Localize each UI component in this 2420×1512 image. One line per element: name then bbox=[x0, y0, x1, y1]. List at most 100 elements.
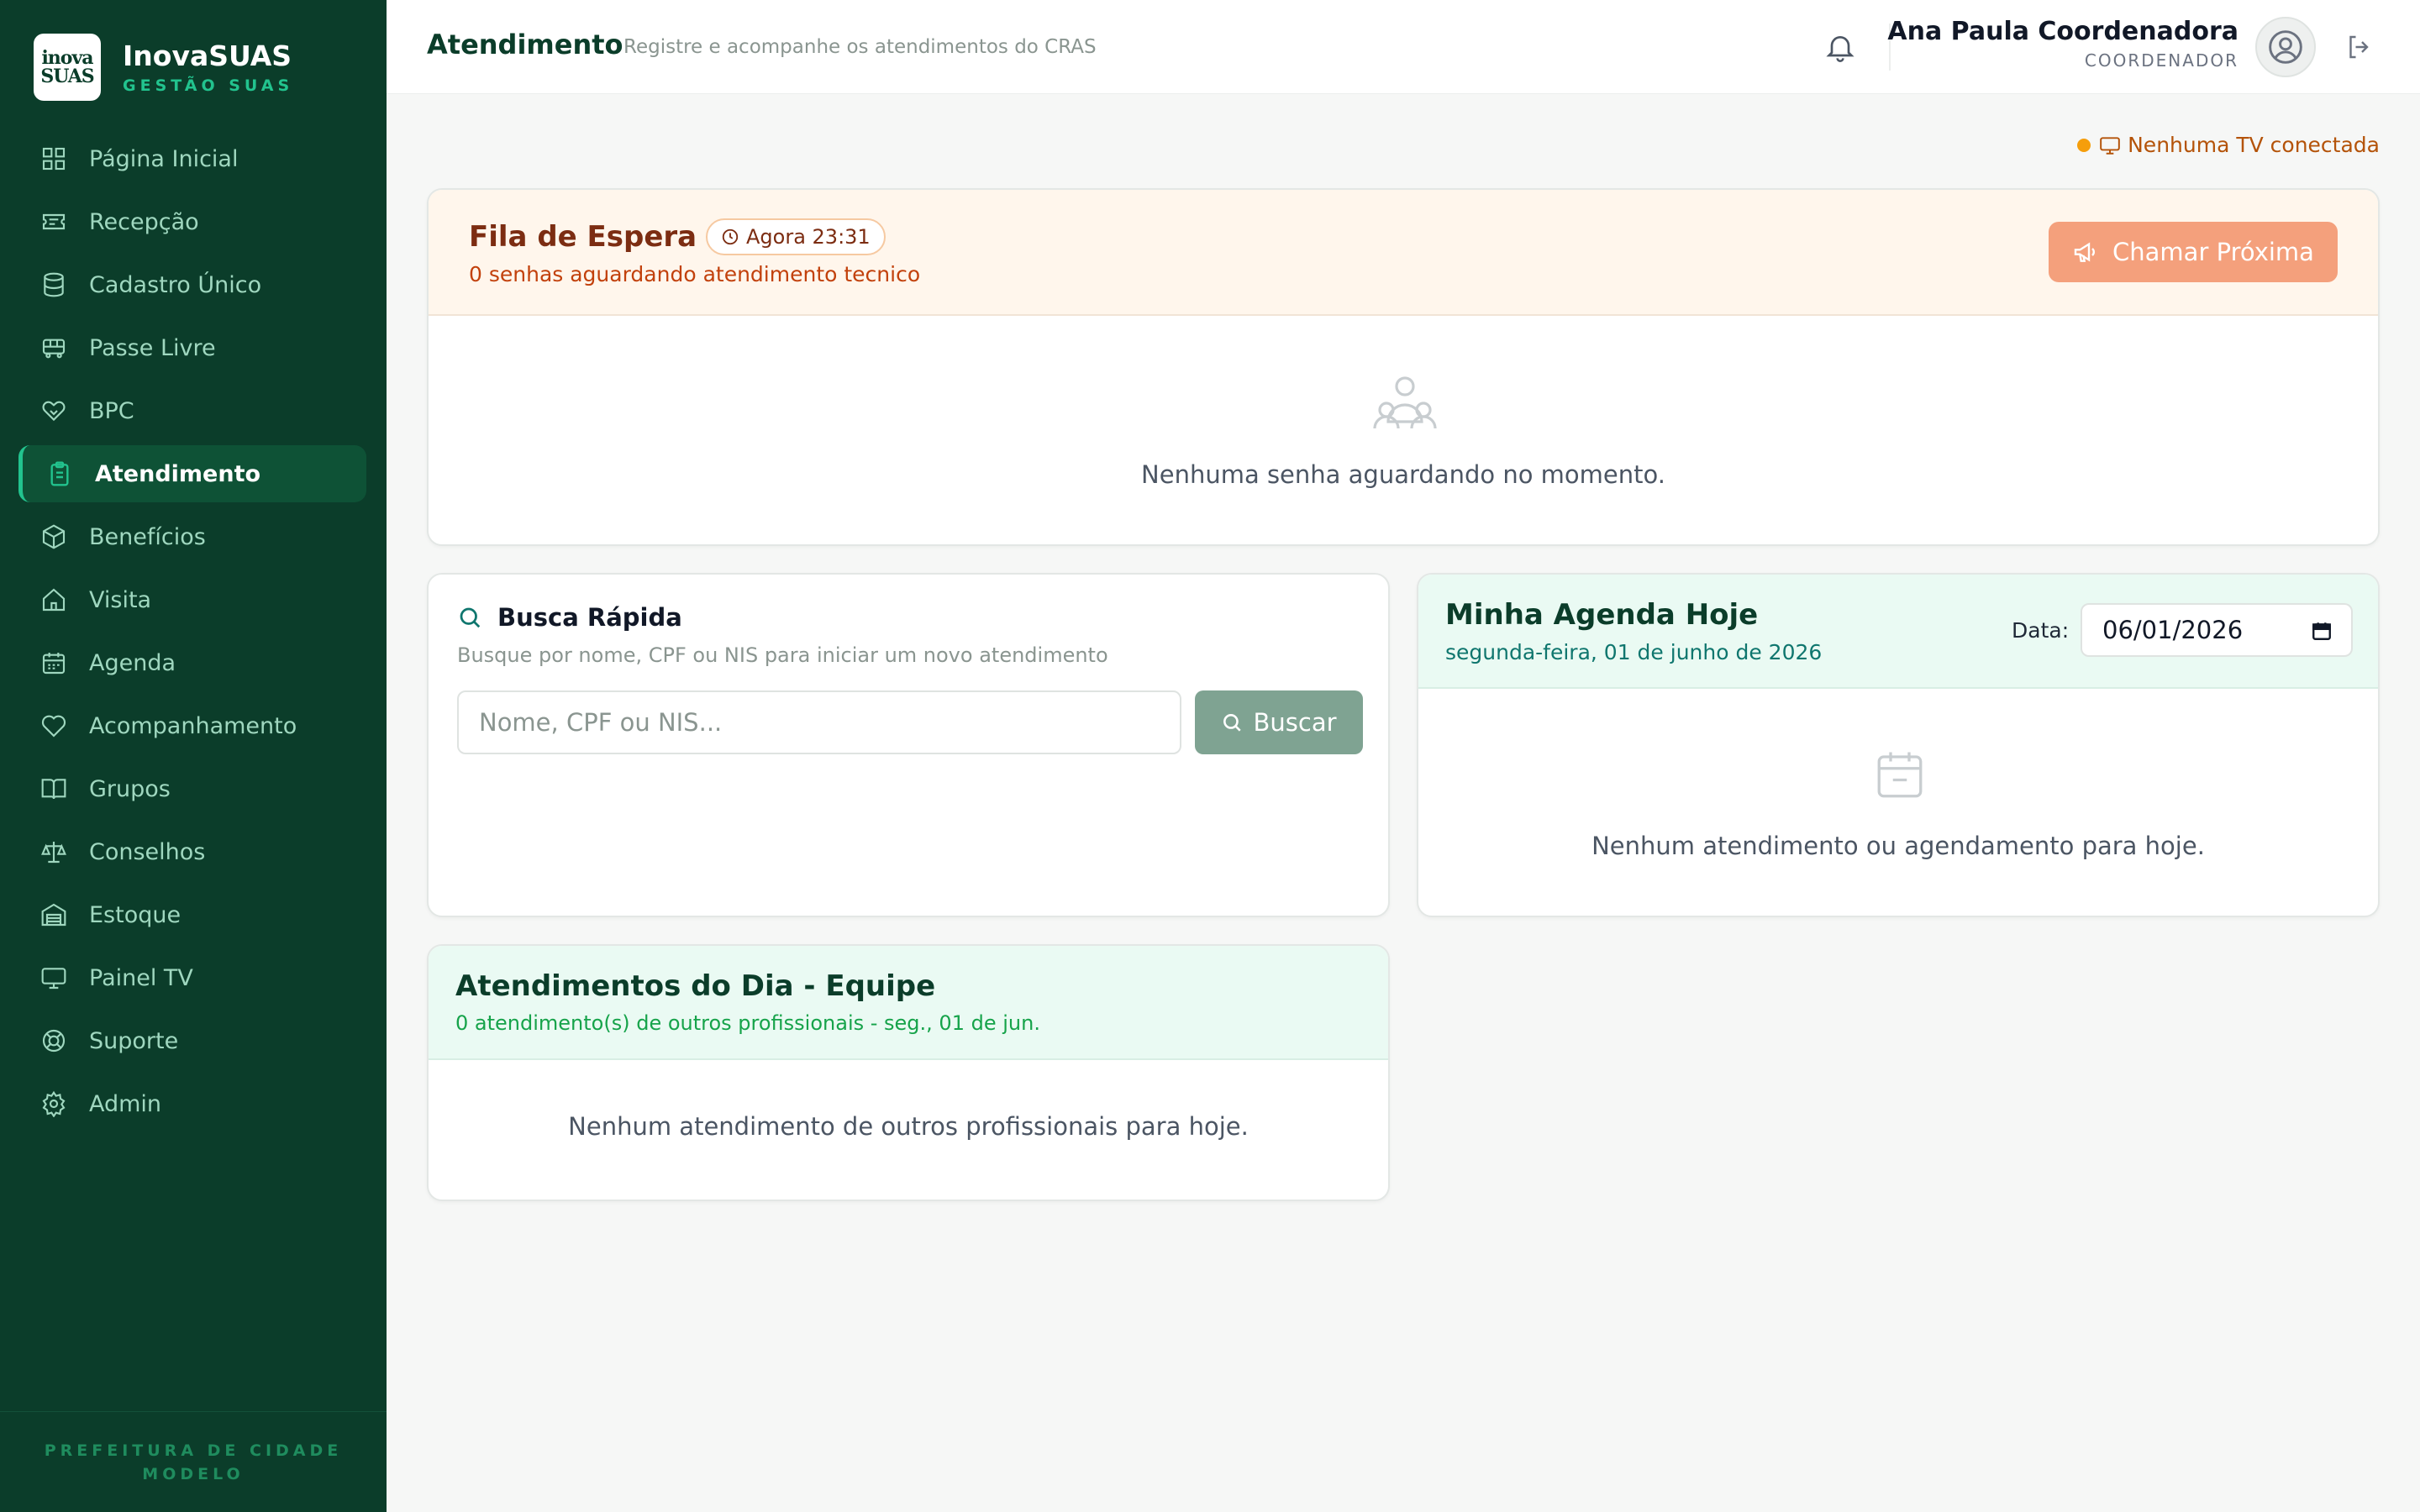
logout-icon[interactable] bbox=[2344, 32, 2375, 62]
quick-search-title-text: Busca Rápida bbox=[497, 603, 682, 632]
sidebar-item-label: Cadastro Único bbox=[89, 271, 262, 298]
queue-title: Fila de Espera bbox=[469, 220, 697, 254]
queue-empty-text: Nenhuma senha aguardando no momento. bbox=[1141, 460, 1665, 489]
sidebar-item-label: Admin bbox=[89, 1090, 162, 1117]
agenda-card: Minha Agenda Hoje segunda-feira, 01 de j… bbox=[1417, 573, 2380, 917]
user-role: COORDENADOR bbox=[2084, 50, 2238, 71]
ticket-icon bbox=[42, 213, 66, 230]
page-title: Atendimento bbox=[427, 29, 623, 60]
scale-icon bbox=[41, 842, 66, 864]
sidebar-item-agenda[interactable]: Agenda bbox=[18, 634, 366, 691]
team-header: Atendimentos do Dia - Equipe 0 atendimen… bbox=[429, 946, 1388, 1060]
queue-card: Fila de Espera Agora 23:31 0 senhas agua… bbox=[427, 188, 2380, 546]
monitor-icon bbox=[2100, 136, 2120, 155]
sidebar-footer: PREFEITURA DE CIDADE MODELO bbox=[0, 1411, 387, 1512]
gear-icon bbox=[42, 1090, 66, 1117]
clipboard-icon bbox=[50, 461, 69, 486]
sidebar-item-label: Visita bbox=[89, 586, 152, 613]
sidebar-item-label: Estoque bbox=[89, 901, 182, 928]
search-button[interactable]: Buscar bbox=[1195, 690, 1363, 754]
monitor-icon bbox=[41, 968, 66, 990]
tv-status: Nenhuma TV conectada bbox=[2077, 133, 2380, 157]
sidebar-item-label: Atendimento bbox=[95, 460, 261, 487]
brand-name: InovaSUAS bbox=[123, 39, 292, 72]
avatar[interactable] bbox=[2255, 17, 2316, 77]
sidebar-item-label: Passe Livre bbox=[89, 334, 216, 361]
brand[interactable]: inova SUAS InovaSUAS GESTÃO SUAS bbox=[34, 34, 293, 101]
time-badge: Agora 23:31 bbox=[706, 218, 886, 255]
time-badge-text: Agora 23:31 bbox=[746, 225, 871, 249]
search-icon bbox=[460, 607, 481, 628]
date-value: 06/01/2026 bbox=[2102, 616, 2244, 644]
sidebar-item-label: BPC bbox=[89, 397, 134, 424]
date-picker[interactable]: 06/01/2026 bbox=[2081, 603, 2353, 657]
sidebar-item-label: Suporte bbox=[89, 1027, 179, 1054]
team-empty-text: Nenhum atendimento de outros profissiona… bbox=[568, 1112, 1249, 1141]
sidebar-item-pagina-inicial[interactable]: Página Inicial bbox=[18, 130, 366, 187]
home-icon bbox=[42, 588, 66, 612]
sidebar-item-beneficios[interactable]: Benefícios bbox=[18, 508, 366, 565]
logo-line-2: SUAS bbox=[40, 66, 94, 87]
grid-icon bbox=[42, 147, 66, 171]
agenda-date-text: segunda-feira, 01 de junho de 2026 bbox=[1445, 640, 1823, 664]
handshake-icon bbox=[42, 401, 66, 422]
sidebar-item-acompanhamento[interactable]: Acompanhamento bbox=[18, 697, 366, 754]
team-title: Atendimentos do Dia - Equipe bbox=[455, 969, 936, 1003]
search-button-label: Buscar bbox=[1253, 708, 1337, 737]
sidebar-item-painel-tv[interactable]: Painel TV bbox=[18, 949, 366, 1006]
sidebar-item-recepcao[interactable]: Recepção bbox=[18, 193, 366, 250]
quick-search-title: Busca Rápida bbox=[457, 603, 682, 632]
quick-search-card: Busca Rápida Busque por nome, CPF ou NIS… bbox=[427, 573, 1390, 917]
users-icon bbox=[1373, 376, 1437, 429]
status-dot bbox=[2077, 138, 2091, 152]
sidebar-item-label: Conselhos bbox=[89, 838, 206, 865]
clock-icon bbox=[722, 228, 739, 245]
tv-status-text: Nenhuma TV conectada bbox=[2128, 133, 2380, 157]
team-subtitle: 0 atendimento(s) de outros profissionais… bbox=[455, 1011, 1040, 1035]
agenda-header: Minha Agenda Hoje segunda-feira, 01 de j… bbox=[1418, 575, 2378, 689]
sidebar-item-label: Benefícios bbox=[89, 523, 206, 550]
agenda-title: Minha Agenda Hoje bbox=[1445, 598, 1759, 632]
package-icon bbox=[42, 524, 66, 549]
sidebar-item-admin[interactable]: Admin bbox=[18, 1075, 366, 1132]
lifebuoy-icon bbox=[42, 1029, 66, 1053]
user-circle-icon bbox=[2269, 30, 2302, 64]
sidebar-item-estoque[interactable]: Estoque bbox=[18, 886, 366, 943]
top-header: Atendimento Registre e acompanhe os aten… bbox=[387, 0, 2420, 94]
sidebar-item-suporte[interactable]: Suporte bbox=[18, 1012, 366, 1069]
sidebar-item-passe-livre[interactable]: Passe Livre bbox=[18, 319, 366, 376]
calendar-icon bbox=[42, 653, 66, 675]
sidebar-item-label: Painel TV bbox=[89, 964, 193, 991]
sidebar: inova SUAS InovaSUAS GESTÃO SUAS Página … bbox=[0, 0, 387, 1512]
calendar-icon bbox=[1877, 752, 1923, 798]
logo-line-1: inova bbox=[41, 47, 93, 69]
page-subtitle: Registre e acompanhe os atendimentos do … bbox=[623, 36, 1097, 58]
heart-icon bbox=[41, 715, 66, 738]
date-label: Data: bbox=[2012, 618, 2070, 643]
sidebar-item-label: Grupos bbox=[89, 775, 171, 802]
sidebar-item-atendimento[interactable]: Atendimento bbox=[18, 445, 366, 502]
team-card: Atendimentos do Dia - Equipe 0 atendimen… bbox=[427, 944, 1390, 1201]
bus-icon bbox=[42, 339, 66, 359]
sidebar-item-label: Acompanhamento bbox=[89, 712, 297, 739]
sidebar-item-conselhos[interactable]: Conselhos bbox=[18, 823, 366, 880]
bell-icon[interactable] bbox=[1823, 30, 1857, 64]
sidebar-item-grupos[interactable]: Grupos bbox=[18, 760, 366, 817]
quick-search-subtitle: Busque por nome, CPF ou NIS para iniciar… bbox=[457, 643, 1108, 667]
megaphone-icon bbox=[2074, 242, 2095, 262]
queue-header: Fila de Espera Agora 23:31 0 senhas agua… bbox=[429, 190, 2378, 316]
sidebar-item-visita[interactable]: Visita bbox=[18, 571, 366, 628]
sidebar-item-cadastro-unico[interactable]: Cadastro Único bbox=[18, 256, 366, 313]
search-input[interactable] bbox=[457, 690, 1181, 754]
calendar-icon[interactable] bbox=[2311, 620, 2333, 642]
book-icon bbox=[41, 779, 66, 800]
agenda-empty-text: Nenhum atendimento ou agendamento para h… bbox=[1591, 832, 2205, 860]
warehouse-icon bbox=[41, 903, 66, 927]
queue-subtitle: 0 senhas aguardando atendimento tecnico bbox=[469, 262, 921, 286]
app-logo: inova SUAS bbox=[34, 34, 101, 101]
brand-subtitle: GESTÃO SUAS bbox=[123, 76, 294, 95]
sidebar-item-bpc[interactable]: BPC bbox=[18, 382, 366, 439]
user-name: Ana Paula Coordenadora bbox=[1887, 17, 2238, 46]
sidebar-nav: Página Inicial Recepção Cadastro Único P… bbox=[18, 130, 366, 1138]
call-next-button[interactable]: Chamar Próxima bbox=[2049, 222, 2338, 282]
